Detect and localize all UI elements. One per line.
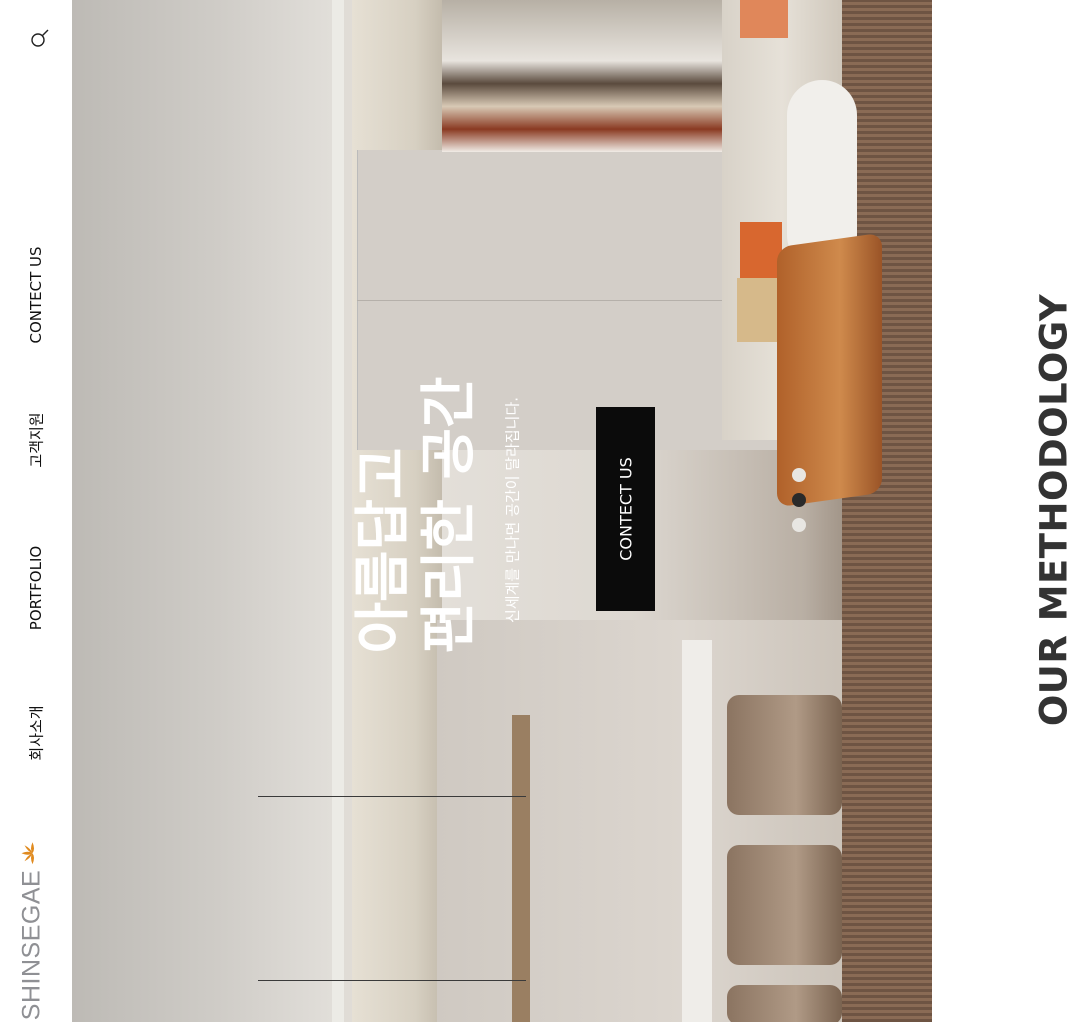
dining-table bbox=[682, 640, 712, 1022]
header-bar: CONTECT US 고객지원 PORTFOLIO 회사소개 SHINSEGAE bbox=[0, 0, 72, 1024]
nav-contact-us[interactable]: CONTECT US bbox=[27, 246, 45, 343]
search-icon[interactable] bbox=[30, 28, 50, 48]
nav-customer-support[interactable]: 고객지원 bbox=[26, 412, 47, 467]
contact-us-button[interactable]: CONTECT US bbox=[596, 407, 655, 611]
slider-dot-3[interactable] bbox=[792, 518, 806, 532]
dining-chair bbox=[727, 695, 842, 815]
wall-artwork bbox=[442, 0, 732, 152]
hero-subtitle: 신세계를 만나면 공간이 달라집니다. bbox=[503, 396, 522, 624]
dining-chair bbox=[727, 985, 842, 1022]
contact-us-button-label: CONTECT US bbox=[616, 457, 635, 561]
orange-chair bbox=[777, 232, 882, 508]
hero-title-line1: 아름답고 bbox=[351, 447, 416, 654]
logo[interactable]: SHINSEGAE bbox=[18, 840, 47, 1020]
slider-dot-2[interactable] bbox=[792, 493, 806, 507]
hero-title: 아름답고 편리한 공간 bbox=[351, 376, 483, 653]
section-title: OUR METHODOLOGY bbox=[1032, 293, 1076, 727]
slider-dot-1[interactable] bbox=[792, 468, 806, 482]
slider-dots bbox=[792, 468, 806, 543]
nav-company-intro[interactable]: 회사소개 bbox=[26, 705, 47, 760]
nav-portfolio[interactable]: PORTFOLIO bbox=[27, 546, 45, 630]
logo-flower-icon bbox=[21, 841, 34, 864]
hero-title-line2: 편리한 공간 bbox=[417, 376, 482, 654]
logo-text: SHINSEGAE bbox=[17, 869, 46, 1021]
dining-chair bbox=[727, 845, 842, 965]
